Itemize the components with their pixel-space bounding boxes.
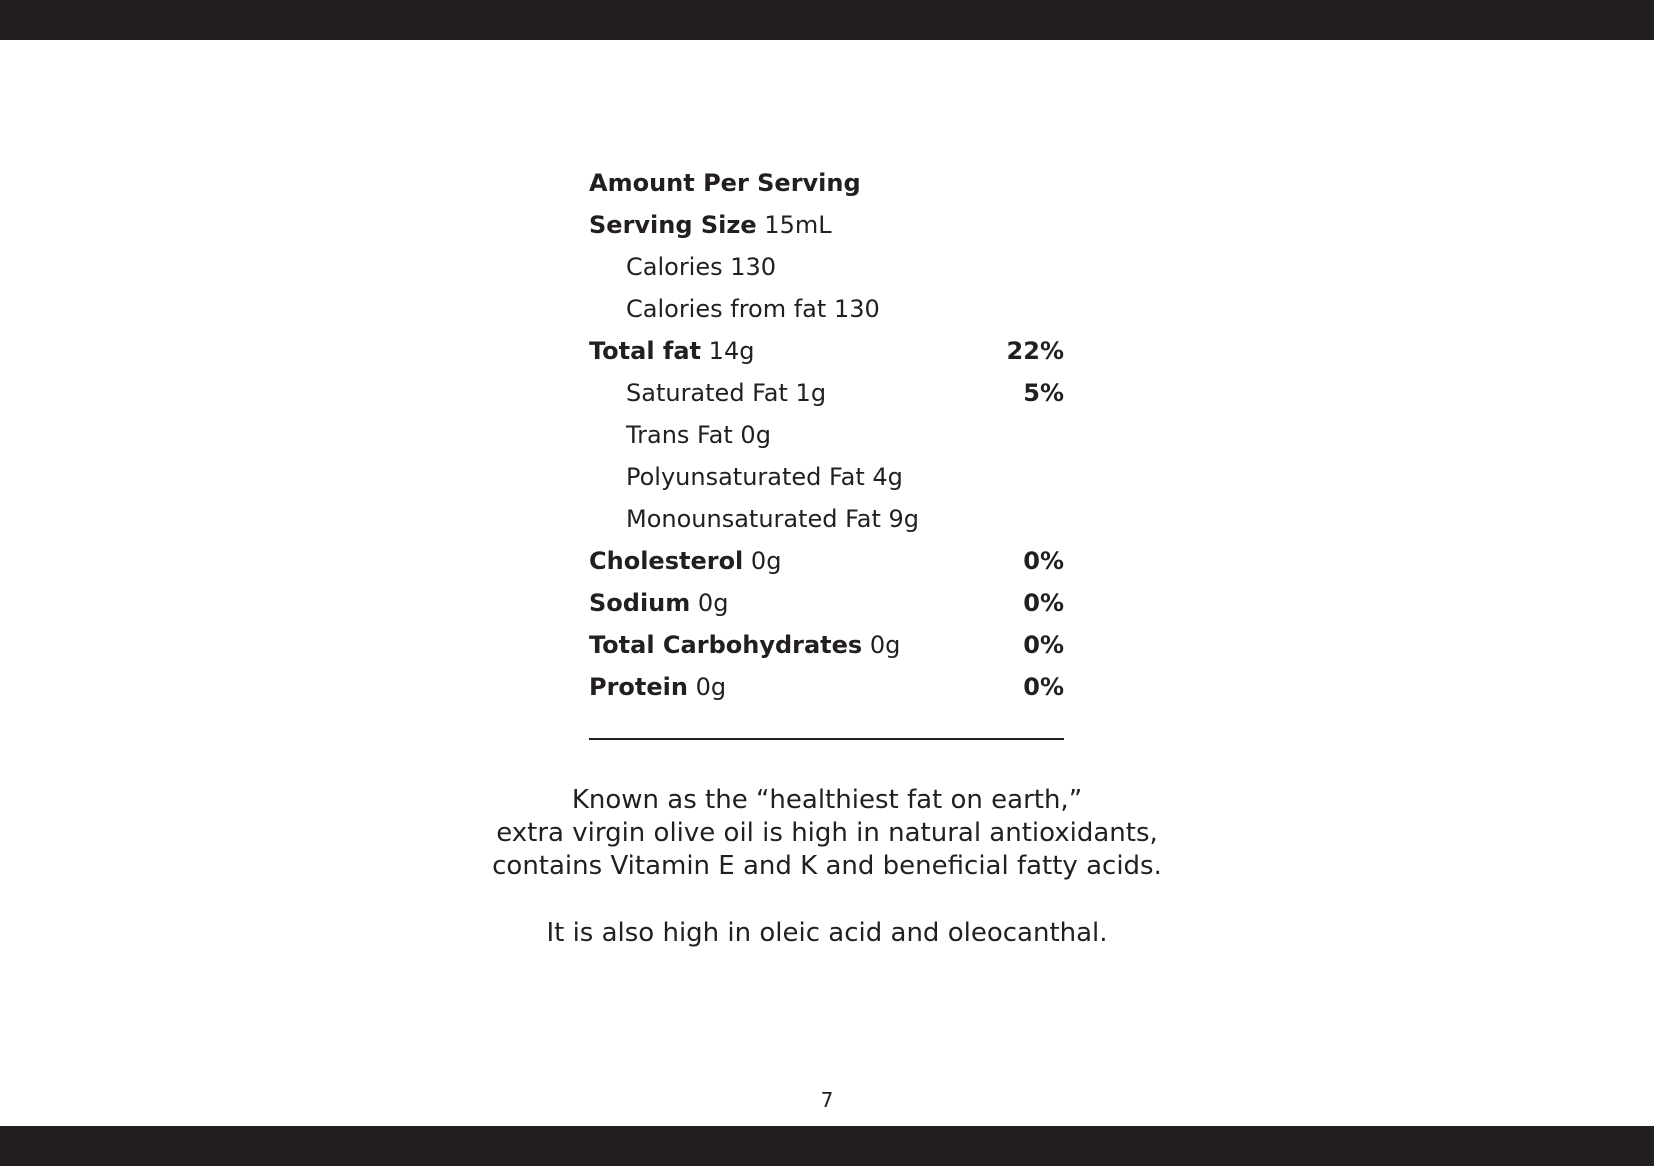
nutrient-amount: 130 [833, 295, 880, 323]
nutrient-name: Polyunsaturated Fat [626, 463, 865, 491]
nutrient-name: Trans Fat [626, 421, 733, 449]
nutrient-name: Cholesterol [589, 547, 744, 575]
serving-size-row: Serving Size 15mL [589, 204, 1064, 246]
nutrient-row-trans-fat: Trans Fat 0g [589, 414, 1064, 456]
nutrient-row-polyunsaturated-fat: Polyunsaturated Fat 4g [589, 456, 1064, 498]
nutrient-row-total-carbohydrates: Total Carbohydrates 0g 0% [589, 624, 1064, 666]
nutrient-amount: 130 [730, 253, 777, 281]
nutrient-row-sodium: Sodium 0g 0% [589, 582, 1064, 624]
top-frame-bar [0, 0, 1654, 40]
nutrient-row-calories-from-fat: Calories from fat 130 [589, 288, 1064, 330]
nutrient-name: Calories [626, 253, 723, 281]
nutrient-amount: 0g [740, 421, 771, 449]
description-line: Known as the “healthiest fat on earth,” [571, 785, 1083, 815]
nutrient-name: Total fat [589, 337, 702, 365]
daily-value-percent: 5% [1023, 379, 1064, 407]
amount-per-serving-heading: Amount Per Serving [589, 169, 861, 197]
nutrient-row-monounsaturated-fat: Monounsaturated Fat 9g [589, 498, 1064, 540]
nutrient-amount: 0g [695, 673, 727, 701]
nutrient-amount: 14g [708, 337, 755, 365]
daily-value-percent: 0% [1023, 631, 1064, 659]
nutrition-facts: Amount Per Serving Serving Size 15mL Cal… [589, 162, 1064, 708]
nutrient-name: Protein [589, 673, 688, 701]
nutrient-amount: 0g [750, 547, 782, 575]
nutrient-row-total-fat: Total fat 14g 22% [589, 330, 1064, 372]
daily-value-percent: 0% [1023, 673, 1064, 701]
nutrient-row-protein: Protein 0g 0% [589, 666, 1064, 708]
description-line: contains Vitamin E and K and beneficial … [492, 851, 1162, 881]
nutrient-name: Monounsaturated Fat [626, 505, 881, 533]
page-number: 7 [820, 1088, 834, 1112]
nutrient-amount: 1g [795, 379, 827, 407]
nutrient-amount: 9g [888, 505, 920, 533]
bottom-frame-bar [0, 1126, 1654, 1166]
nutrient-row-cholesterol: Cholesterol 0g 0% [589, 540, 1064, 582]
nutrient-name: Saturated Fat [626, 379, 788, 407]
nutrient-row-saturated-fat: Saturated Fat 1g 5% [589, 372, 1064, 414]
nutrient-row-calories: Calories 130 [589, 246, 1064, 288]
description-line: extra virgin olive oil is high in natura… [496, 818, 1158, 848]
daily-value-percent: 0% [1023, 547, 1064, 575]
daily-value-percent: 0% [1023, 589, 1064, 617]
nutrient-amount: 0g [869, 631, 901, 659]
nutrient-name: Calories from fat [626, 295, 827, 323]
serving-size-label: Serving Size [589, 211, 757, 239]
nutrient-name: Sodium [589, 589, 691, 617]
nutrient-amount: 4g [872, 463, 903, 491]
nutrient-amount: 0g [697, 589, 729, 617]
description-closing: It is also high in oleic acid and oleoca… [546, 918, 1108, 948]
serving-size-value: 15mL [764, 211, 832, 239]
nutrient-name: Total Carbohydrates [589, 631, 863, 659]
divider-rule [589, 738, 1064, 740]
daily-value-percent: 22% [1006, 337, 1064, 365]
description-paragraph: Known as the “healthiest fat on earth,” … [377, 784, 1277, 883]
